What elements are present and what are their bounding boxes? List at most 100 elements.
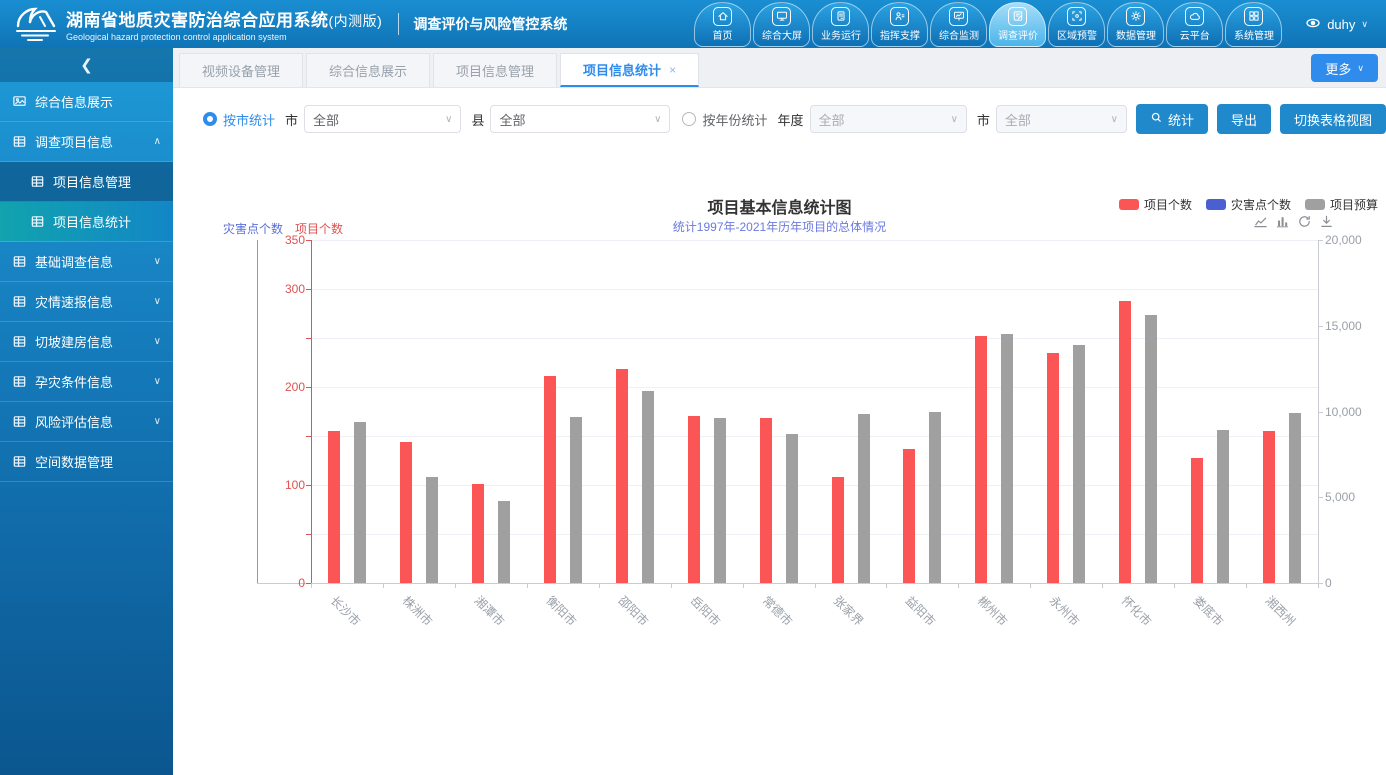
sidebar-item-label: 风险评估信息 bbox=[35, 412, 113, 431]
bar-项目个数-长沙市[interactable] bbox=[328, 431, 340, 583]
bar-项目个数-郴州市[interactable] bbox=[975, 336, 987, 583]
legend-label: 项目个数 bbox=[1144, 196, 1192, 213]
bar-项目预算-常德市[interactable] bbox=[786, 434, 798, 583]
bar-项目预算-湘西州[interactable] bbox=[1289, 413, 1301, 583]
export-button[interactable]: 导出 bbox=[1217, 104, 1271, 134]
bar-项目预算-湘潭市[interactable] bbox=[498, 501, 510, 583]
axis-tick bbox=[1318, 326, 1323, 327]
bar-项目个数-邵阳市[interactable] bbox=[616, 369, 628, 583]
bar-项目个数-常德市[interactable] bbox=[760, 418, 772, 583]
nav-business-run[interactable]: 业务运行 bbox=[812, 2, 869, 47]
axis-tick bbox=[1030, 583, 1031, 588]
nav-regional-warning[interactable]: 区域预警 bbox=[1048, 2, 1105, 47]
tab-bar: 视频设备管理综合信息展示项目信息管理 项目信息统计 × 更多 ∨ bbox=[173, 48, 1386, 88]
bar-项目预算-张家界[interactable] bbox=[858, 414, 870, 583]
axis-tick bbox=[527, 583, 528, 588]
bar-项目预算-衡阳市[interactable] bbox=[570, 417, 582, 583]
gridline bbox=[311, 436, 1318, 437]
bar-项目预算-永州市[interactable] bbox=[1073, 345, 1085, 583]
radio-by-city[interactable]: 按市统计 bbox=[203, 110, 275, 129]
statistics-button[interactable]: 统计 bbox=[1136, 104, 1208, 134]
bar-项目个数-湘潭市[interactable] bbox=[472, 484, 484, 583]
nav-command-support[interactable]: 指挥支撑 bbox=[871, 2, 928, 47]
user-menu[interactable]: duhy ∨ bbox=[1305, 15, 1368, 34]
more-button[interactable]: 更多 ∨ bbox=[1311, 54, 1378, 82]
sidebar-item-disaster-report-info[interactable]: 灾情速报信息∨ bbox=[0, 282, 173, 322]
chevron-down-icon: ∨ bbox=[654, 114, 661, 125]
sidebar-item-spatial-data-management[interactable]: 空间数据管理 bbox=[0, 442, 173, 482]
bar-项目个数-岳阳市[interactable] bbox=[688, 416, 700, 583]
sidebar-item-basic-survey-info[interactable]: 基础调查信息∨ bbox=[0, 242, 173, 282]
sidebar-item-slope-housing-info[interactable]: 切坡建房信息∨ bbox=[0, 322, 173, 362]
chevron-down-icon: ∨ bbox=[445, 114, 452, 125]
sidebar-item-project-info-statistics[interactable]: 项目信息统计 bbox=[0, 202, 173, 242]
people-icon bbox=[890, 7, 909, 26]
app-header: 湖南省地质灾害防治综合应用系统(内测版) Geological hazard p… bbox=[0, 0, 1386, 48]
x-axis-category-label: 怀化市 bbox=[1118, 592, 1155, 629]
bar-项目个数-衡阳市[interactable] bbox=[544, 376, 556, 583]
bar-chart-icon[interactable] bbox=[1275, 214, 1290, 234]
download-icon[interactable] bbox=[1319, 214, 1334, 234]
radio-by-year[interactable]: 按年份统计 bbox=[682, 110, 767, 129]
bar-项目个数-张家界[interactable] bbox=[832, 477, 844, 583]
bar-项目预算-娄底市[interactable] bbox=[1217, 430, 1229, 583]
bar-项目预算-长沙市[interactable] bbox=[354, 422, 366, 583]
app-grid-icon bbox=[1244, 7, 1263, 26]
sidebar-item-risk-assessment-info[interactable]: 风险评估信息∨ bbox=[0, 402, 173, 442]
tab-project-info-statistics[interactable]: 项目信息统计 × bbox=[560, 53, 699, 87]
bar-项目个数-娄底市[interactable] bbox=[1191, 458, 1203, 583]
nav-data-management[interactable]: 数据管理 bbox=[1107, 2, 1164, 47]
sidebar-item-project-info-management[interactable]: 项目信息管理 bbox=[0, 162, 173, 202]
bar-项目个数-益阳市[interactable] bbox=[903, 449, 915, 583]
city-select[interactable]: 全部 ∨ bbox=[304, 105, 461, 133]
axis-tick bbox=[1318, 497, 1323, 498]
close-icon[interactable]: × bbox=[669, 63, 676, 77]
app-title: 湖南省地质灾害防治综合应用系统(内测版) bbox=[66, 6, 382, 31]
tab-info-overview[interactable]: 综合信息展示 bbox=[306, 53, 430, 87]
bar-项目个数-永州市[interactable] bbox=[1047, 353, 1059, 583]
chevron-down-icon: ∨ bbox=[154, 376, 161, 387]
table-icon bbox=[12, 454, 27, 469]
tab-video-device-management[interactable]: 视频设备管理 bbox=[179, 53, 303, 87]
legend-item[interactable]: 项目个数 bbox=[1119, 196, 1192, 213]
sidebar-item-hazard-condition-info[interactable]: 孕灾条件信息∨ bbox=[0, 362, 173, 402]
bar-项目预算-怀化市[interactable] bbox=[1145, 315, 1157, 583]
sidebar-item-label: 基础调查信息 bbox=[35, 252, 113, 271]
restore-icon[interactable] bbox=[1297, 214, 1312, 234]
toggle-table-view-button[interactable]: 切换表格视图 bbox=[1280, 104, 1386, 134]
gridline bbox=[311, 534, 1318, 535]
nav-system-management[interactable]: 系统管理 bbox=[1225, 2, 1282, 47]
bar-项目预算-郴州市[interactable] bbox=[1001, 334, 1013, 583]
bar-项目个数-湘西州[interactable] bbox=[1263, 431, 1275, 583]
nav-monitoring[interactable]: 综合监测 bbox=[930, 2, 987, 47]
bar-项目个数-株洲市[interactable] bbox=[400, 442, 412, 583]
sidebar-item-info-display[interactable]: 综合信息展示 bbox=[0, 82, 173, 122]
city2-select[interactable]: 全部 ∨ bbox=[996, 105, 1127, 133]
year-select[interactable]: 全部 ∨ bbox=[810, 105, 967, 133]
axis-tick bbox=[306, 338, 311, 339]
legend-item[interactable]: 项目预算 bbox=[1305, 196, 1378, 213]
sidebar-item-survey-project-info[interactable]: 调查项目信息∧ bbox=[0, 122, 173, 162]
bar-项目预算-岳阳市[interactable] bbox=[714, 418, 726, 583]
bar-项目个数-怀化市[interactable] bbox=[1119, 301, 1131, 583]
county-select[interactable]: 全部 ∨ bbox=[490, 105, 670, 133]
nav-label: 系统管理 bbox=[1234, 28, 1274, 42]
y-axis-tick-label: 300 bbox=[271, 282, 305, 296]
nav-home[interactable]: 首页 bbox=[694, 2, 751, 47]
nav-big-screen[interactable]: 综合大屏 bbox=[753, 2, 810, 47]
nav-survey-evaluation[interactable]: 调查评价 bbox=[989, 2, 1046, 47]
tab-label: 项目信息统计 bbox=[583, 60, 661, 79]
table-icon bbox=[12, 294, 27, 309]
bar-项目预算-株洲市[interactable] bbox=[426, 477, 438, 583]
bar-项目预算-邵阳市[interactable] bbox=[642, 391, 654, 583]
nav-cloud-platform[interactable]: 云平台 bbox=[1166, 2, 1223, 47]
bar-项目预算-益阳市[interactable] bbox=[929, 412, 941, 584]
legend-swatch bbox=[1119, 199, 1139, 210]
x-axis-category-label: 长沙市 bbox=[327, 592, 364, 629]
sidebar-collapse-button[interactable]: ❮ bbox=[0, 48, 173, 82]
cloud-icon bbox=[1185, 7, 1204, 26]
axis-tick bbox=[455, 583, 456, 588]
line-chart-icon[interactable] bbox=[1253, 214, 1268, 234]
legend-item[interactable]: 灾害点个数 bbox=[1206, 196, 1291, 213]
tab-project-info-management[interactable]: 项目信息管理 bbox=[433, 53, 557, 87]
